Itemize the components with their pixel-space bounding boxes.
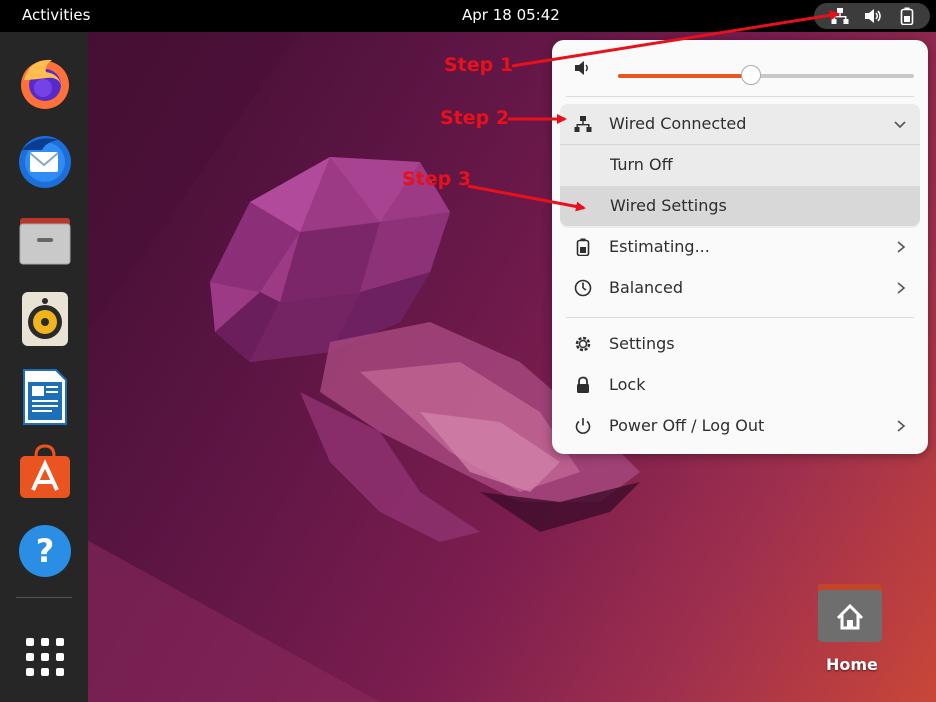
battery-icon <box>576 238 590 256</box>
lock-icon <box>577 376 589 393</box>
files-icon[interactable] <box>16 212 74 270</box>
network-wired-icon <box>574 116 592 132</box>
turn-off-label: Turn Off <box>610 155 673 174</box>
show-apps-icon[interactable] <box>16 628 74 686</box>
lock-label: Lock <box>609 375 646 394</box>
chevron-right-icon <box>897 420 906 432</box>
activities-button[interactable]: Activities <box>22 6 90 24</box>
wired-settings-label: Wired Settings <box>610 196 727 215</box>
dock: ? <box>0 32 88 702</box>
step2-label: Step 2 <box>440 107 510 129</box>
chevron-right-icon <box>897 241 906 253</box>
volume-row[interactable] <box>560 48 920 88</box>
settings-label: Settings <box>609 334 675 353</box>
power-icon <box>575 418 591 434</box>
home-folder-label: Home <box>826 655 878 674</box>
top-bar: Activities Apr 18 05:42 <box>0 0 936 32</box>
menu-divider <box>566 317 914 318</box>
dock-separator <box>16 597 72 598</box>
volume-slider-fill <box>618 74 752 78</box>
power-mode-gauge-icon <box>574 279 592 297</box>
turn-off-item[interactable]: Turn Off <box>560 145 920 185</box>
wired-connected-item[interactable]: Wired Connected <box>560 104 920 144</box>
battery-icon <box>900 7 914 25</box>
rhythmbox-icon[interactable] <box>16 290 74 348</box>
software-center-icon[interactable] <box>16 444 74 502</box>
step3-label: Step 3 <box>402 168 472 190</box>
system-menu: Wired Connected Turn Off Wired Settings … <box>552 40 928 454</box>
clock[interactable]: Apr 18 05:42 <box>462 6 560 24</box>
settings-item[interactable]: Settings <box>560 324 920 364</box>
chevron-down-icon <box>894 121 906 129</box>
power-mode-label: Balanced <box>609 278 683 297</box>
chevron-right-icon <box>897 282 906 294</box>
speaker-icon <box>575 61 588 75</box>
help-icon[interactable]: ? <box>16 522 74 580</box>
volume-slider[interactable] <box>618 65 914 85</box>
battery-item[interactable]: Estimating... <box>560 227 920 267</box>
svg-text:?: ? <box>36 532 55 570</box>
step1-label: Step 1 <box>444 54 514 76</box>
thunderbird-icon[interactable] <box>16 132 74 190</box>
system-tray[interactable] <box>814 3 930 29</box>
wired-connected-label: Wired Connected <box>609 114 747 133</box>
network-wired-icon <box>831 8 849 24</box>
volume-slider-knob[interactable] <box>741 65 762 85</box>
menu-divider <box>566 96 914 97</box>
power-mode-item[interactable]: Balanced <box>560 268 920 308</box>
wired-settings-item[interactable]: Wired Settings <box>560 186 920 226</box>
speaker-icon <box>865 9 881 23</box>
power-off-item[interactable]: Power Off / Log Out <box>560 406 920 446</box>
libreoffice-writer-icon[interactable] <box>16 368 74 426</box>
firefox-icon[interactable] <box>16 54 74 112</box>
gear-icon <box>575 336 591 352</box>
home-folder-icon[interactable] <box>816 582 884 644</box>
power-off-label: Power Off / Log Out <box>609 416 765 435</box>
lock-item[interactable]: Lock <box>560 365 920 405</box>
battery-label: Estimating... <box>609 237 710 256</box>
